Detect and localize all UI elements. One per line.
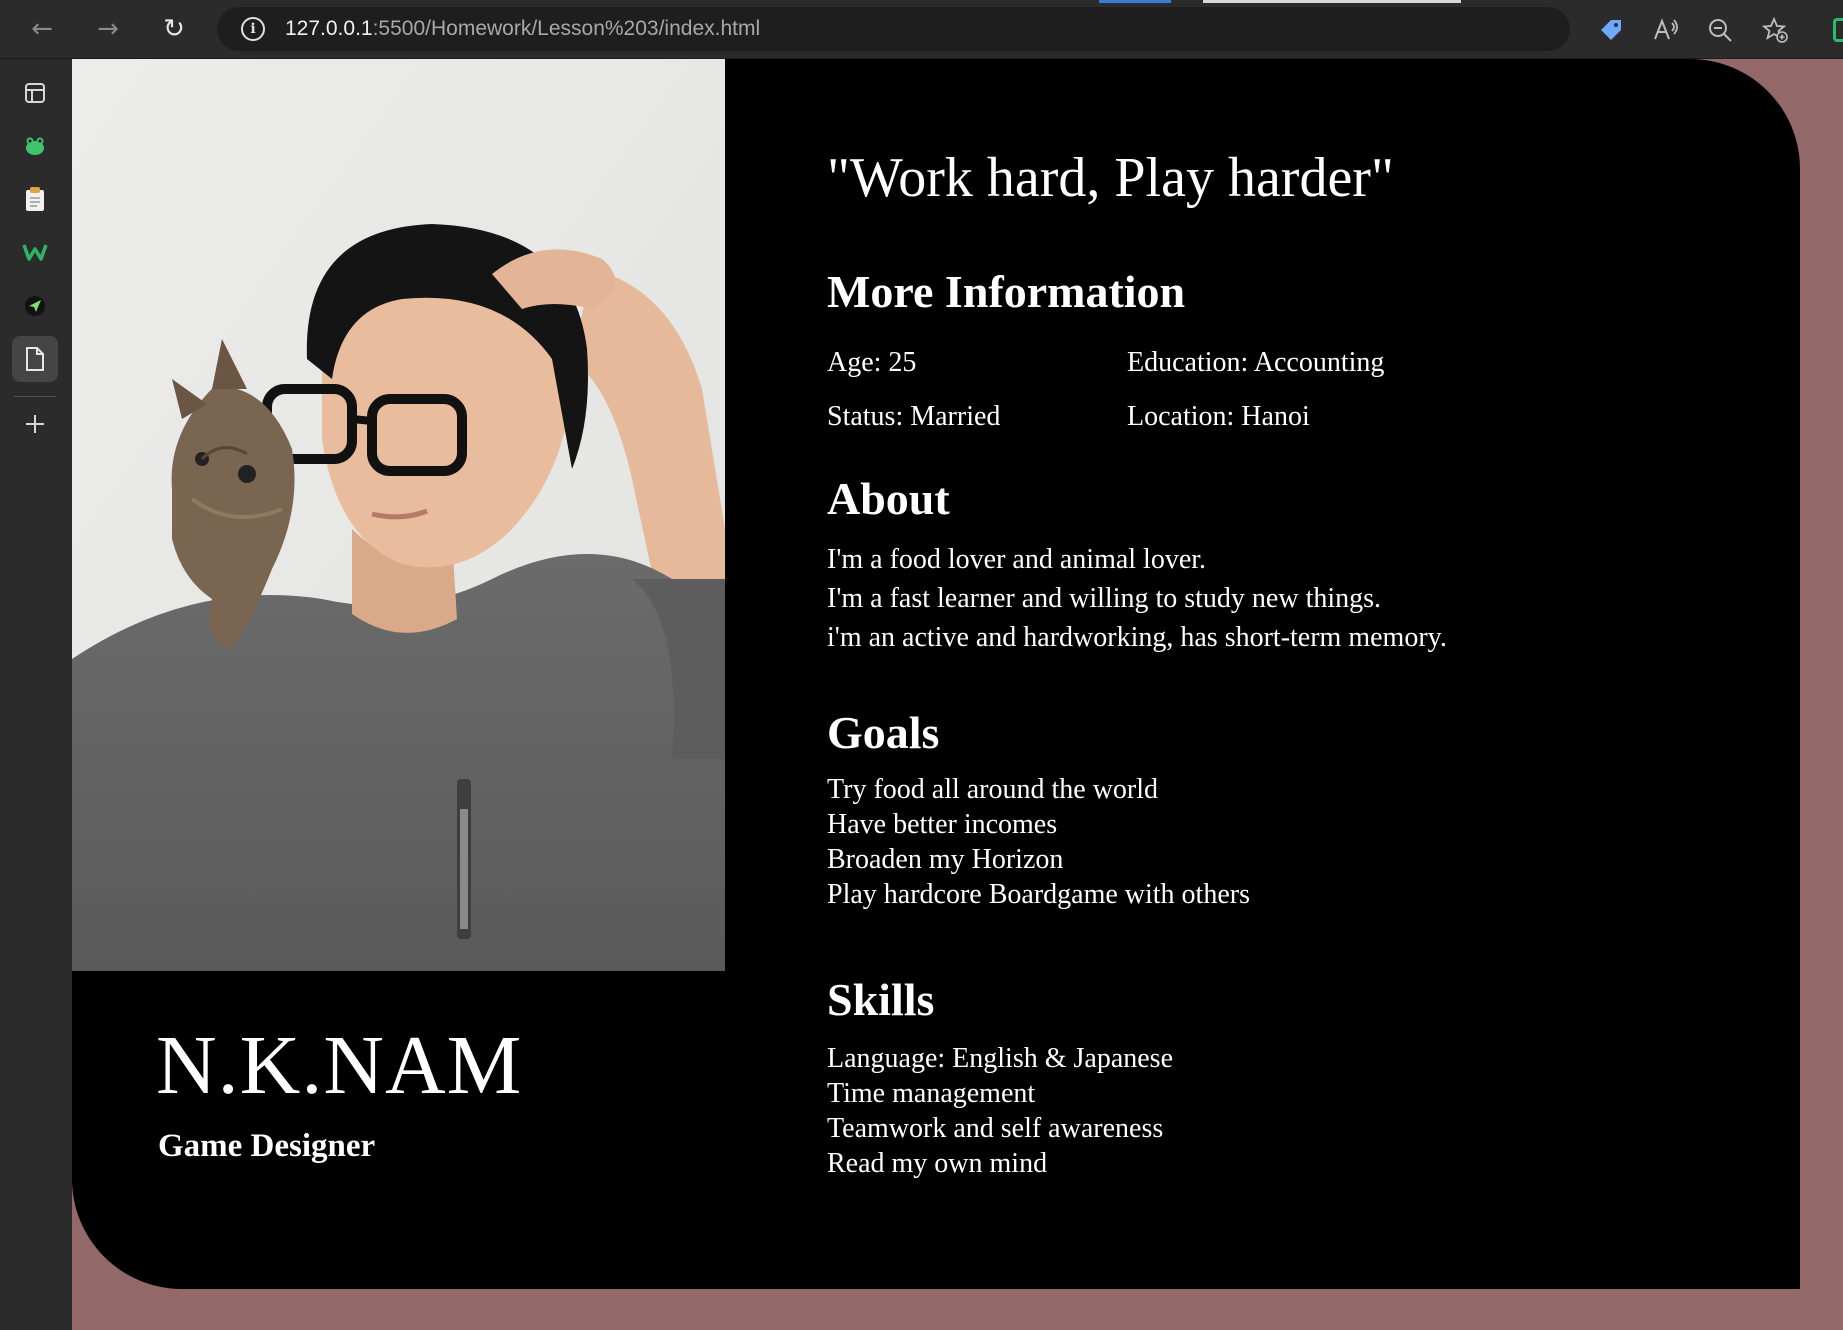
url-host: 127.0.0.1 xyxy=(285,17,373,40)
goals-list: Try food all around the world Have bette… xyxy=(827,772,1250,912)
goal-item: Broaden my Horizon xyxy=(827,844,1064,875)
status-field: Status: Married xyxy=(827,401,1001,432)
back-arrow-icon[interactable]: ← xyxy=(22,10,62,48)
goal-item: Try food all around the world xyxy=(827,774,1159,805)
about-line: i'm an active and hardworking, has short… xyxy=(827,622,1447,653)
about-text: I'm a food lover and animal lover. I'm a… xyxy=(827,540,1447,657)
skills-list: Language: English & Japanese Time manage… xyxy=(827,1041,1173,1181)
clipboard-icon[interactable] xyxy=(12,176,58,222)
add-icon[interactable] xyxy=(12,401,58,447)
forward-arrow-icon[interactable]: → xyxy=(88,10,128,48)
goal-item: Have better incomes xyxy=(827,809,1058,840)
w-extension-icon[interactable] xyxy=(12,229,58,275)
skill-item: Language: English & Japanese xyxy=(827,1043,1174,1074)
add-favorite-icon[interactable] xyxy=(1756,11,1794,49)
age-field: Age: 25 xyxy=(827,347,917,378)
profile-card: N.K.NAM Game Designer "Work hard, Play h… xyxy=(72,59,1800,1289)
profile-quote: "Work hard, Play harder" xyxy=(827,147,1394,209)
skill-item: Time management xyxy=(827,1078,1036,1109)
address-bar[interactable]: i 127.0.0.1:5500/Homework/Lesson%203/ind… xyxy=(217,7,1570,51)
about-line: I'm a fast learner and willing to study … xyxy=(827,583,1382,614)
active-tab-indicator xyxy=(1099,0,1171,3)
skills-heading: Skills xyxy=(827,974,935,1025)
reload-icon[interactable]: ↻ xyxy=(154,10,194,48)
read-aloud-icon[interactable] xyxy=(1647,11,1685,49)
profile-photo xyxy=(72,59,725,971)
zoom-out-icon[interactable] xyxy=(1701,11,1739,49)
browser-toolbar: ← → ↻ i 127.0.0.1:5500/Homework/Lesson%2… xyxy=(0,0,1843,59)
skill-item: Read my own mind xyxy=(827,1148,1048,1179)
extension-icon[interactable] xyxy=(1833,18,1843,42)
skill-item: Teamwork and self awareness xyxy=(827,1113,1164,1144)
location-field: Location: Hanoi xyxy=(1127,401,1310,432)
goals-heading: Goals xyxy=(827,707,940,758)
about-line: I'm a food lover and animal lover. xyxy=(827,544,1207,575)
tab-strip-highlight xyxy=(1203,0,1461,3)
send-extension-icon[interactable] xyxy=(12,283,58,329)
site-info-icon[interactable]: i xyxy=(241,17,265,41)
education-field: Education: Accounting xyxy=(1127,347,1385,378)
goal-item: Play hardcore Boardgame with others xyxy=(827,879,1250,910)
price-tag-icon[interactable] xyxy=(1592,11,1630,49)
tab-actions-icon[interactable] xyxy=(12,70,58,116)
url-path: :5500/Homework/Lesson%203/index.html xyxy=(372,17,761,40)
sidebar-divider xyxy=(14,396,56,397)
frog-extension-icon[interactable] xyxy=(12,123,58,169)
browser-sidebar xyxy=(0,59,72,1330)
profile-role: Game Designer xyxy=(158,1128,376,1164)
about-heading: About xyxy=(827,473,950,524)
document-icon[interactable] xyxy=(12,336,58,382)
more-info-heading: More Information xyxy=(827,266,1186,317)
profile-name: N.K.NAM xyxy=(156,1019,523,1112)
